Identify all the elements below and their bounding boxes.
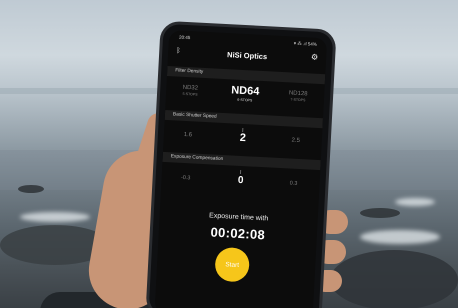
filter-option-selected[interactable]: ND64 6-STOPS xyxy=(218,84,273,104)
status-indicators: ▾ ⁂ .ıl 54% xyxy=(293,40,317,47)
rock xyxy=(18,185,44,193)
compensation-option-selected[interactable]: 0 xyxy=(217,174,264,187)
app-title: NiSi Optics xyxy=(226,50,268,62)
phone: 20:45 ▾ ⁂ .ıl 54% ᛒ NiSi Optics ⚙ Filter… xyxy=(148,23,334,308)
compensation-option-right[interactable]: 0.3 xyxy=(273,180,313,188)
app-screen: 20:45 ▾ ⁂ .ıl 54% ᛒ NiSi Optics ⚙ Filter… xyxy=(154,30,328,308)
filter-option-left-value: ND32 xyxy=(182,84,199,92)
filter-option-left-stops: 5-STOPS xyxy=(182,91,198,97)
status-time: 20:45 xyxy=(178,34,191,41)
shutter-option-selected[interactable]: 2 xyxy=(220,131,267,145)
picker-tick xyxy=(239,169,242,174)
start-button[interactable]: Start xyxy=(214,246,251,283)
filter-option-right[interactable]: ND128 7-STOPS xyxy=(278,90,319,103)
filter-option-left[interactable]: ND32 5-STOPS xyxy=(170,84,211,97)
filter-option-selected-value: ND64 xyxy=(230,84,260,98)
wave-foam xyxy=(360,230,440,244)
filter-option-right-value: ND128 xyxy=(288,90,308,98)
background-photo: 20:45 ▾ ⁂ .ıl 54% ᛒ NiSi Optics ⚙ Filter… xyxy=(0,0,458,308)
shutter-option-left[interactable]: 1.6 xyxy=(168,131,208,139)
filter-option-selected-stops: 6-STOPS xyxy=(237,97,253,103)
wave-foam xyxy=(20,212,90,222)
shutter-option-right[interactable]: 2.5 xyxy=(276,137,316,145)
wave-foam xyxy=(395,198,435,206)
gear-icon[interactable]: ⚙ xyxy=(311,53,319,62)
filter-density-picker[interactable]: ND32 5-STOPS ND64 6-STOPS ND128 7-STOPS xyxy=(165,80,324,114)
filter-option-right-stops: 7-STOPS xyxy=(290,97,306,103)
rock xyxy=(330,250,458,308)
compensation-option-left[interactable]: -0.3 xyxy=(166,174,206,182)
exposure-time-value: 00:02:08 xyxy=(210,224,266,243)
rock xyxy=(360,208,400,218)
